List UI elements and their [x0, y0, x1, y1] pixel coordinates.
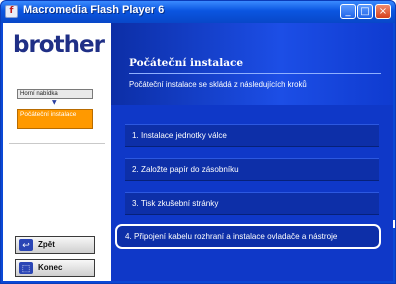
title-bar[interactable]: f Macromedia Flash Player 6 _ □ ×	[1, 1, 395, 23]
page-title: Počáteční instalace	[129, 57, 244, 69]
sidebar: brother Horní nabídka ▼ Počáteční instal…	[3, 23, 111, 281]
back-button[interactable]: ↩ Zpět	[15, 236, 95, 254]
title-divider	[129, 73, 381, 74]
quit-button-label: Konec	[38, 263, 63, 272]
brother-logo: brother	[13, 32, 105, 58]
maximize-button[interactable]: □	[357, 4, 373, 19]
step-button-2[interactable]: 2. Založte papír do zásobníku	[125, 158, 379, 181]
quit-button[interactable]: ⬚ Konec	[15, 259, 95, 277]
step-button-1[interactable]: 1. Instalace jednotky válce	[125, 124, 379, 147]
nav-item-home[interactable]: Horní nabídka	[17, 89, 93, 99]
app-window: f Macromedia Flash Player 6 _ □ × brothe…	[0, 0, 396, 284]
main-panel: Počáteční instalace Počáteční instalace …	[111, 23, 393, 281]
close-button[interactable]: ×	[375, 4, 391, 19]
nav-item-current[interactable]: Počáteční instalace	[17, 109, 93, 129]
window-title: Macromedia Flash Player 6	[23, 4, 165, 16]
minimize-button[interactable]: _	[340, 4, 356, 19]
step-button-4[interactable]: 4. Připojení kabelu rozhraní a instalace…	[115, 224, 381, 249]
exit-icon: ⬚	[19, 262, 33, 274]
step-button-3[interactable]: 3. Tisk zkušební stránky	[125, 192, 379, 215]
back-arrow-icon: ↩	[19, 239, 33, 251]
flash-player-icon: f	[5, 5, 18, 18]
client-area: brother Horní nabídka ▼ Počáteční instal…	[3, 23, 393, 281]
sidebar-divider	[9, 143, 105, 144]
window-edge	[393, 23, 395, 281]
page-subtitle: Počáteční instalace se skládá z následuj…	[129, 80, 307, 89]
back-button-label: Zpět	[38, 240, 55, 249]
chevron-down-icon: ▼	[52, 99, 57, 106]
